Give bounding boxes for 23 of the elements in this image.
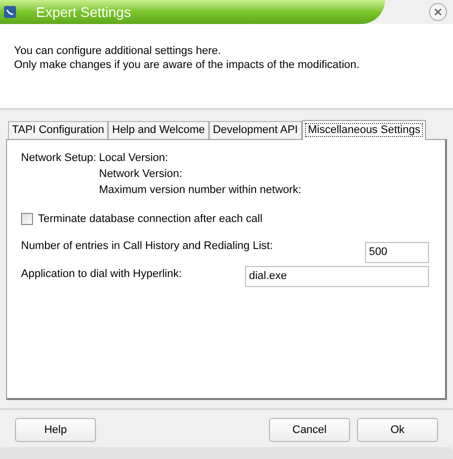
intro-text: Only make changes if you are aware of the impacts of the modification.	[14, 58, 360, 72]
checkbox-label: Terminate database connection after each call	[38, 212, 262, 227]
window-title: Expert Settings	[36, 2, 131, 22]
network-info-text: Network Version:	[99, 167, 182, 182]
phone-icon	[4, 6, 16, 18]
network-setup-label: Network Setup:	[21, 151, 98, 166]
tab[interactable]: Help and Welcome	[108, 121, 209, 139]
dialog-button[interactable]: Ok	[357, 418, 438, 442]
intro-text: You can configure additional settings here.	[14, 44, 221, 58]
input-field[interactable]: dial.exe	[245, 266, 429, 286]
dialog-button[interactable]: Cancel	[269, 418, 350, 442]
checkbox[interactable]	[21, 213, 33, 226]
field-label: Application to dial with Hyperlink:	[21, 266, 182, 282]
close-button[interactable]	[429, 3, 447, 21]
tab[interactable]: Development API	[208, 121, 302, 139]
network-info-text: Maximum version number within network:	[99, 183, 302, 198]
tab[interactable]: Miscellaneous Settings	[302, 120, 426, 140]
network-info-text: Local Version:	[99, 151, 168, 166]
field-label: Number of entries in Call History and Redialing List:	[21, 238, 273, 254]
close-icon	[434, 8, 442, 16]
input-field[interactable]: 500	[365, 242, 429, 262]
tab[interactable]: TAPI Configuration	[8, 121, 108, 139]
dialog-button[interactable]: Help	[15, 418, 96, 442]
